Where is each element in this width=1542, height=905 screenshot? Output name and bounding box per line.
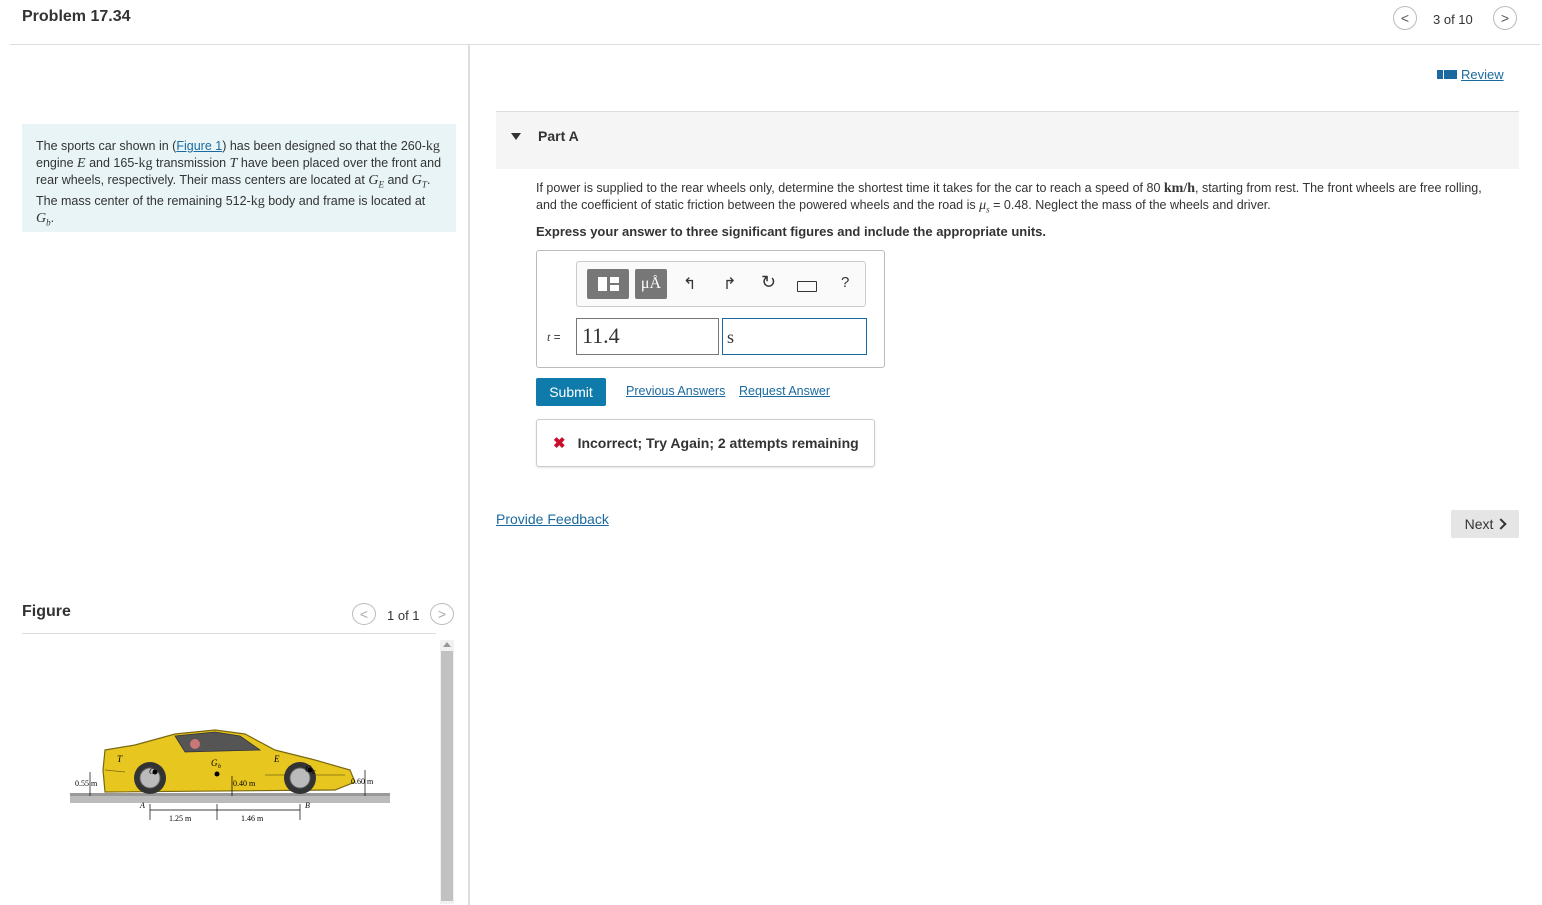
review-link[interactable]: Review [1437,67,1504,82]
part-a-label: Part A [538,128,579,144]
figure-next-button[interactable]: > [430,603,454,625]
undo-icon[interactable]: ↰ [683,274,696,294]
label-gt: G [149,767,155,776]
page-title: Problem 17.34 [22,8,131,25]
submit-button[interactable]: Submit [536,378,606,406]
driver-head [190,739,200,749]
figure-title: Figure [22,603,71,620]
label-ge: G [305,764,312,774]
label-060: 0.60 m [351,777,374,786]
prev-problem-button[interactable]: < [1393,6,1417,30]
next-problem-button[interactable]: > [1493,6,1517,30]
header-divider [10,44,1540,45]
label-055: 0.55 m [75,779,98,788]
figure-scrollbar-thumb[interactable] [441,651,453,901]
feedback-message: Incorrect; Try Again; 2 attempts remaini… [577,435,859,451]
express-instruction: Express your answer to three significant… [536,224,1046,239]
label-a: A [139,801,145,810]
answer-value-input[interactable]: 11.4 [576,318,719,355]
figure-prev-button[interactable]: < [352,603,376,625]
redo-icon[interactable]: ↱ [723,274,736,294]
chevron-left-icon: < [1400,10,1410,26]
reset-icon[interactable]: ↻ [761,272,776,293]
figure-link[interactable]: Figure 1 [176,139,222,153]
book-icon [1437,70,1457,79]
feedback-box: ✖ Incorrect; Try Again; 2 attempts remai… [536,419,875,467]
request-answer-link[interactable]: Request Answer [739,384,830,398]
next-button[interactable]: Next [1451,510,1519,538]
chevron-right-icon: > [437,606,447,622]
chevron-right-icon [1495,518,1508,530]
label-b: B [305,801,310,810]
help-button[interactable]: ? [841,274,849,291]
label-040: 0.40 m [233,779,256,788]
svg-text:E: E [311,770,316,776]
gb-point [214,771,220,777]
chevron-right-icon: > [1500,10,1510,26]
figure-page-indicator: 1 of 1 [387,608,420,623]
scroll-up-icon[interactable] [443,642,451,647]
answer-unit-input[interactable]: s [722,318,867,355]
units-button[interactable]: μÅ [635,269,667,299]
template-icon [597,277,619,291]
previous-answers-link[interactable]: Previous Answers [626,384,725,398]
chevron-left-icon: < [359,606,369,622]
label-146: 1.46 m [241,814,264,823]
label-125: 1.25 m [169,814,192,823]
math-toolbar: μÅ ↰ ↱ ↻ ? [576,261,866,307]
part-a-header[interactable]: Part A [496,112,1519,169]
problem-statement: The sports car shown in (Figure 1) has b… [22,124,456,232]
question-text: If power is supplied to the rear wheels … [536,181,1482,215]
car-figure: T G G b E G E A B 0.55 m 0.40 m 0.60 m 1… [70,729,390,823]
provide-feedback-link[interactable]: Provide Feedback [496,511,609,527]
svg-text:b: b [218,764,221,770]
incorrect-x-icon: ✖ [553,435,566,452]
caret-down-icon [511,133,521,140]
template-button[interactable] [587,269,629,299]
label-gb: G [211,758,218,768]
problem-page-indicator: 3 of 10 [1433,12,1473,27]
variable-label: t = [547,330,561,344]
label-e: E [273,754,280,764]
figure-divider [22,633,436,634]
ground [70,796,390,803]
panel-divider [468,45,470,905]
keyboard-icon[interactable] [797,281,817,292]
